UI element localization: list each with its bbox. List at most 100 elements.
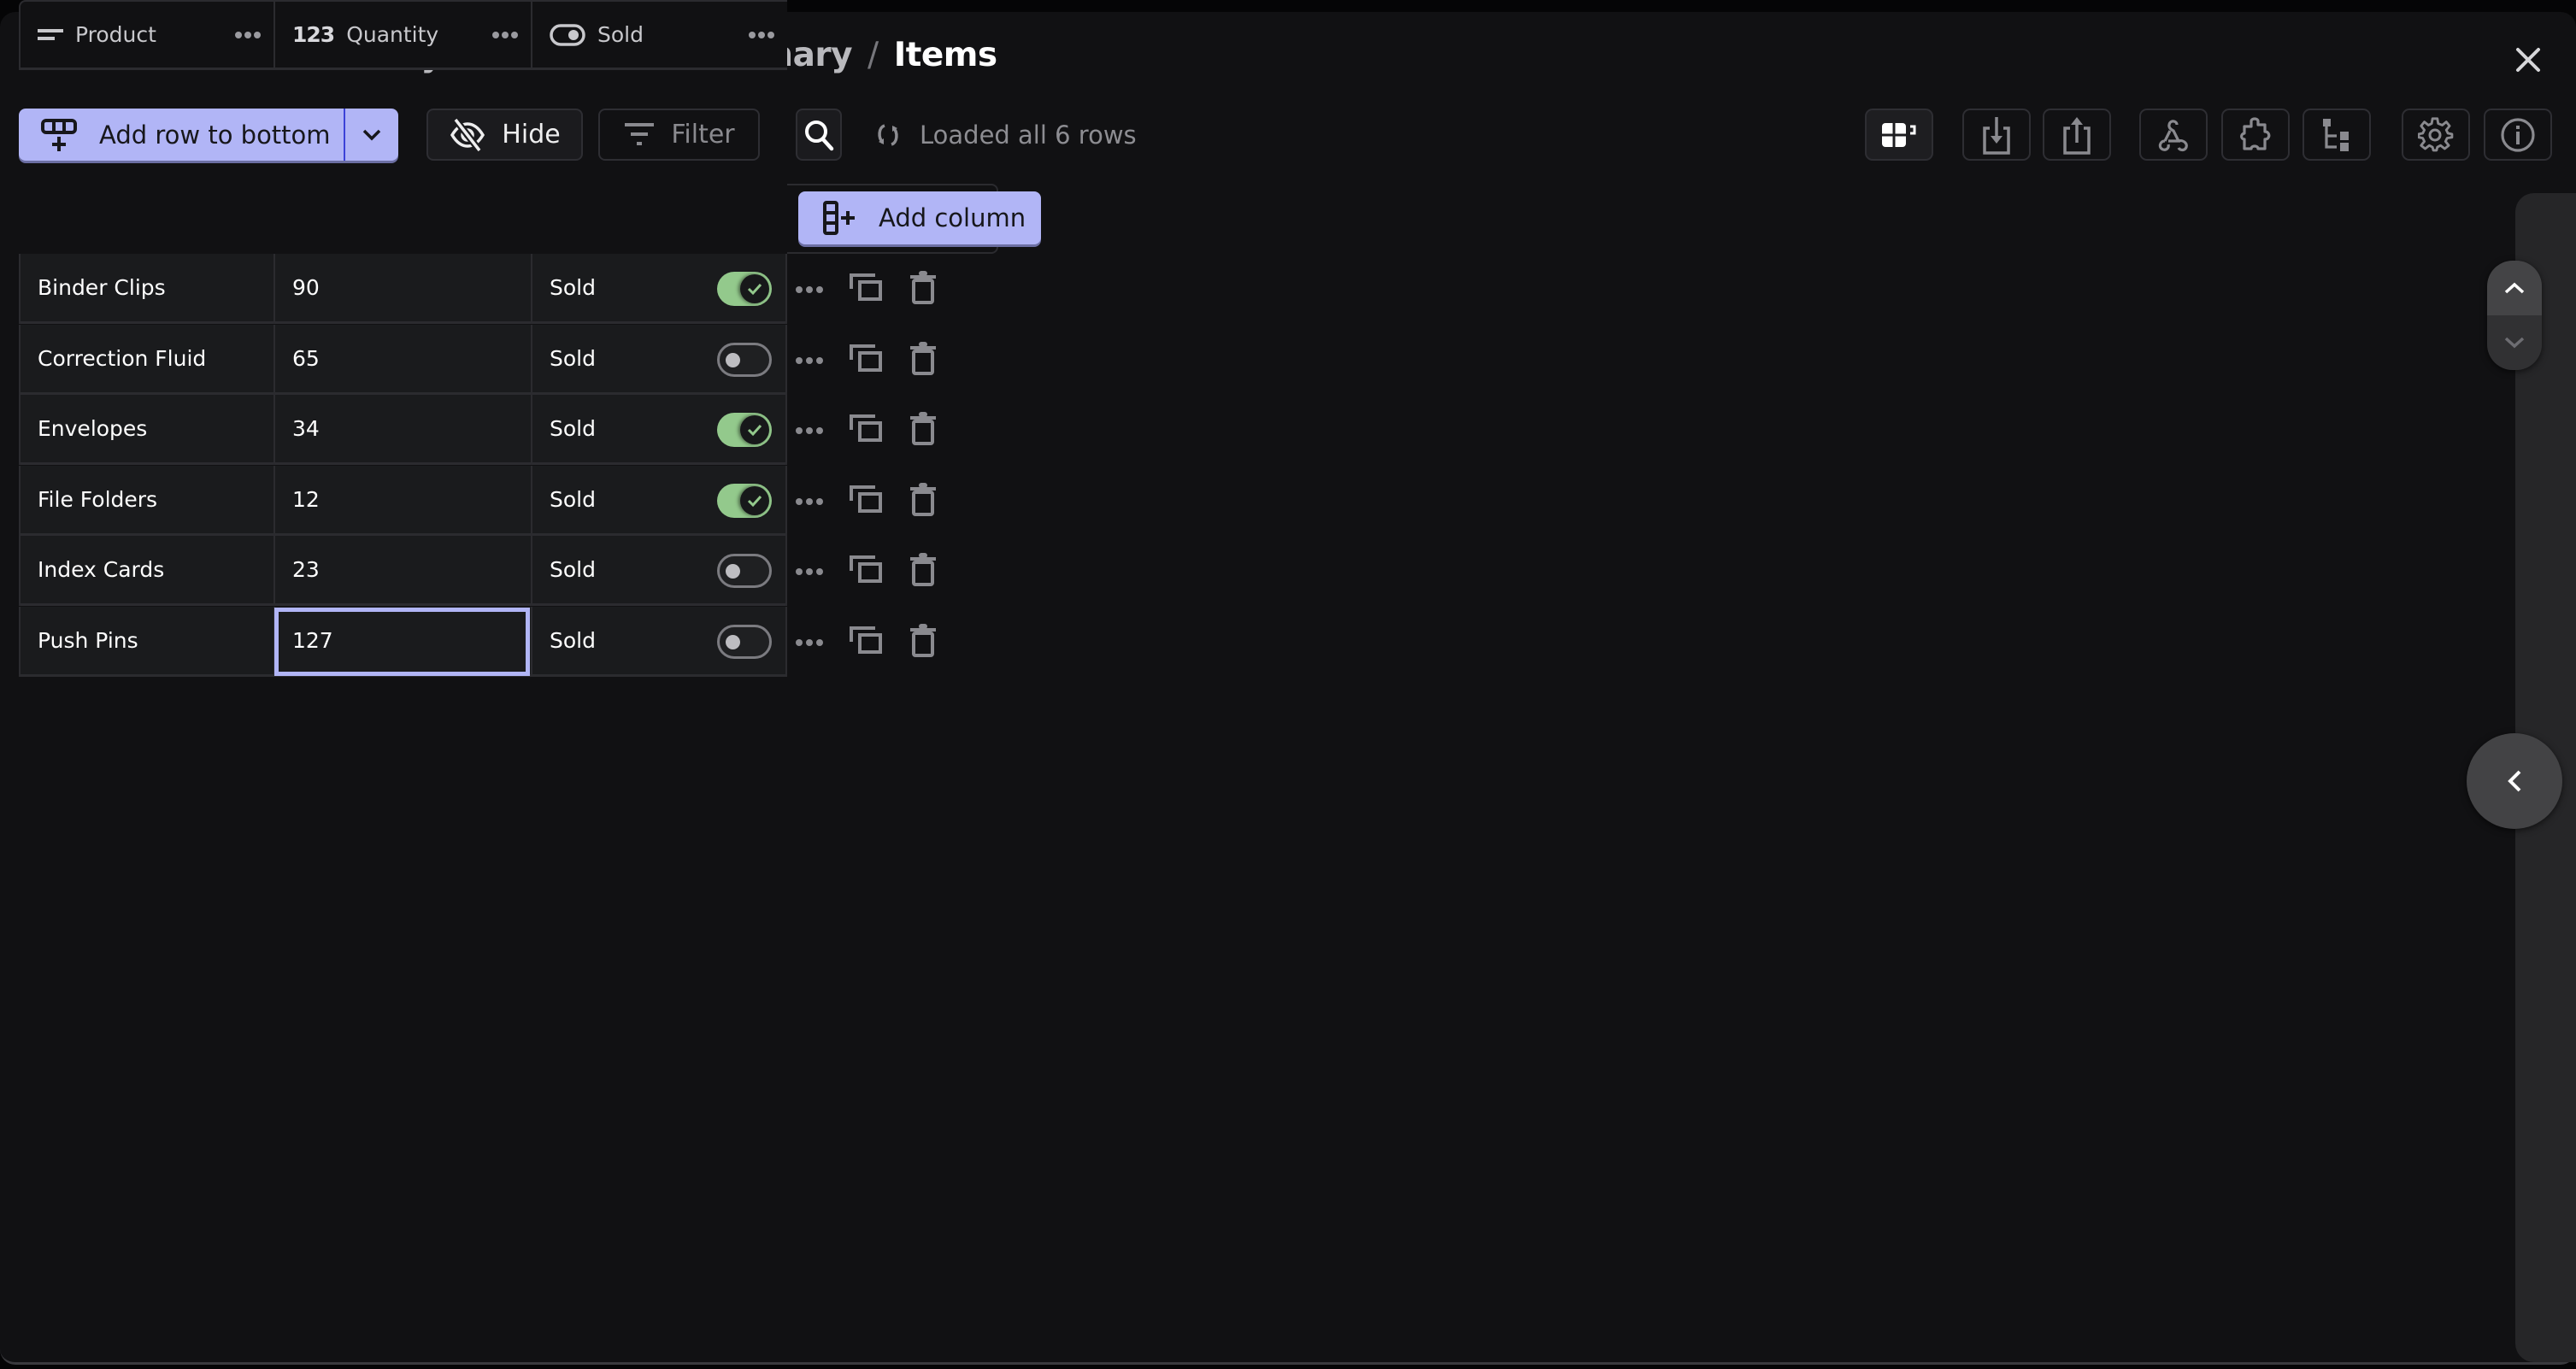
- chevron-down-icon: [2504, 337, 2525, 349]
- cell-product[interactable]: Index Cards: [19, 536, 273, 606]
- expand-side-panel-button[interactable]: [2467, 733, 2562, 829]
- duplicate-row-button[interactable]: [850, 343, 884, 377]
- filter-icon: [625, 122, 655, 145]
- scroll-down-button[interactable]: [2487, 315, 2542, 370]
- cell-text: 65: [292, 346, 320, 371]
- cell-sold: Sold: [531, 466, 787, 536]
- table-view-button[interactable]: [1865, 109, 1933, 161]
- tree-structure-icon: [2323, 118, 2349, 151]
- delete-row-button[interactable]: [909, 270, 937, 308]
- toggle-knob: [740, 415, 769, 444]
- cell-quantity[interactable]: 90: [273, 254, 531, 324]
- more-horizontal-icon: [796, 285, 823, 293]
- duplicate-row-button[interactable]: [850, 625, 884, 659]
- duplicate-row-button[interactable]: [850, 413, 884, 447]
- export-button[interactable]: [2043, 109, 2111, 161]
- settings-button[interactable]: [2402, 109, 2470, 161]
- chevron-left-icon: [2508, 770, 2521, 792]
- row-menu-button[interactable]: [795, 634, 824, 650]
- row-actions: [795, 607, 937, 677]
- sold-toggle[interactable]: [717, 484, 772, 518]
- duplicate-icon: [850, 626, 882, 654]
- sold-toggle[interactable]: [717, 625, 772, 659]
- trash-icon: [910, 483, 936, 516]
- row-menu-button[interactable]: [795, 493, 824, 509]
- cell-product[interactable]: File Folders: [19, 466, 273, 536]
- number-field-icon: 123: [292, 22, 335, 47]
- duplicate-row-button[interactable]: [850, 554, 884, 588]
- sold-toggle[interactable]: [717, 272, 772, 306]
- trash-icon: [910, 624, 936, 657]
- cell-quantity-selected[interactable]: 127: [273, 607, 531, 677]
- row-actions: [795, 325, 937, 395]
- add-row-icon: [41, 118, 77, 151]
- duplicate-icon: [850, 555, 882, 583]
- refresh-icon: [878, 124, 898, 146]
- add-row-to-bottom-button[interactable]: Add row to bottom: [19, 109, 344, 161]
- cell-product[interactable]: Correction Fluid: [19, 325, 273, 395]
- table-view-icon: [1882, 122, 1916, 147]
- row-menu-button[interactable]: [795, 352, 824, 368]
- cell-quantity[interactable]: 23: [273, 536, 531, 606]
- cell-product[interactable]: Binder Clips: [19, 254, 273, 324]
- info-icon: [2501, 117, 2535, 152]
- row-menu-button[interactable]: [795, 281, 824, 297]
- filter-button[interactable]: Filter: [598, 109, 760, 161]
- filter-label: Filter: [671, 120, 735, 150]
- delete-row-button[interactable]: [909, 623, 937, 661]
- delete-row-button[interactable]: [909, 341, 937, 379]
- toggle-knob: [726, 564, 740, 579]
- duplicate-icon: [850, 485, 882, 513]
- column-menu-button[interactable]: [479, 31, 531, 39]
- duplicate-icon: [850, 414, 882, 442]
- import-button[interactable]: [1962, 109, 2031, 161]
- structure-button[interactable]: [2303, 109, 2371, 161]
- cell-text: Binder Clips: [38, 275, 166, 300]
- extensions-button[interactable]: [2221, 109, 2290, 161]
- info-button[interactable]: [2484, 109, 2552, 161]
- cell-product[interactable]: Push Pins: [19, 607, 273, 677]
- duplicate-row-button[interactable]: [850, 272, 884, 306]
- toggle-knob: [740, 486, 769, 515]
- add-column-button[interactable]: Add column: [798, 191, 1041, 244]
- webhooks-button[interactable]: [2139, 109, 2208, 161]
- delete-row-button[interactable]: [909, 482, 937, 520]
- delete-row-button[interactable]: [909, 552, 937, 590]
- sold-toggle[interactable]: [717, 343, 772, 377]
- add-row-dropdown-button[interactable]: [345, 109, 398, 161]
- toggle-knob: [726, 353, 740, 367]
- more-horizontal-icon: [492, 31, 518, 38]
- column-menu-button[interactable]: [222, 31, 273, 39]
- check-icon: [747, 283, 762, 296]
- column-header-product[interactable]: Product: [19, 0, 273, 70]
- cell-product[interactable]: Envelopes: [19, 395, 273, 465]
- more-horizontal-icon: [796, 426, 823, 434]
- column-header-quantity[interactable]: 123 Quantity: [273, 0, 531, 70]
- cell-quantity[interactable]: 34: [273, 395, 531, 465]
- row-actions: [795, 395, 937, 465]
- delete-row-button[interactable]: [909, 411, 937, 449]
- close-button[interactable]: [2511, 43, 2545, 77]
- row-menu-button[interactable]: [795, 422, 824, 438]
- cell-sold: Sold: [531, 395, 787, 465]
- search-button[interactable]: [796, 109, 842, 161]
- cell-quantity[interactable]: 12: [273, 466, 531, 536]
- scroll-up-button[interactable]: [2487, 261, 2542, 315]
- row-actions: [795, 254, 937, 324]
- extension-puzzle-icon: [2240, 116, 2271, 150]
- cell-text: File Folders: [38, 487, 158, 512]
- column-menu-button[interactable]: [736, 31, 787, 39]
- cell-quantity[interactable]: 65: [273, 325, 531, 395]
- sold-toggle[interactable]: [717, 413, 772, 447]
- column-header-sold[interactable]: Sold: [531, 0, 787, 70]
- cell-sold: Sold: [531, 607, 787, 677]
- upload-icon: [2063, 116, 2091, 155]
- hide-label: Hide: [502, 120, 561, 150]
- row-menu-button[interactable]: [795, 563, 824, 579]
- hide-columns-button[interactable]: Hide: [426, 109, 583, 161]
- sold-toggle[interactable]: [717, 554, 772, 588]
- duplicate-row-button[interactable]: [850, 484, 884, 518]
- search-icon: [805, 120, 834, 150]
- cell-sold: Sold: [531, 536, 787, 606]
- add-row-button-group: Add row to bottom: [19, 109, 398, 161]
